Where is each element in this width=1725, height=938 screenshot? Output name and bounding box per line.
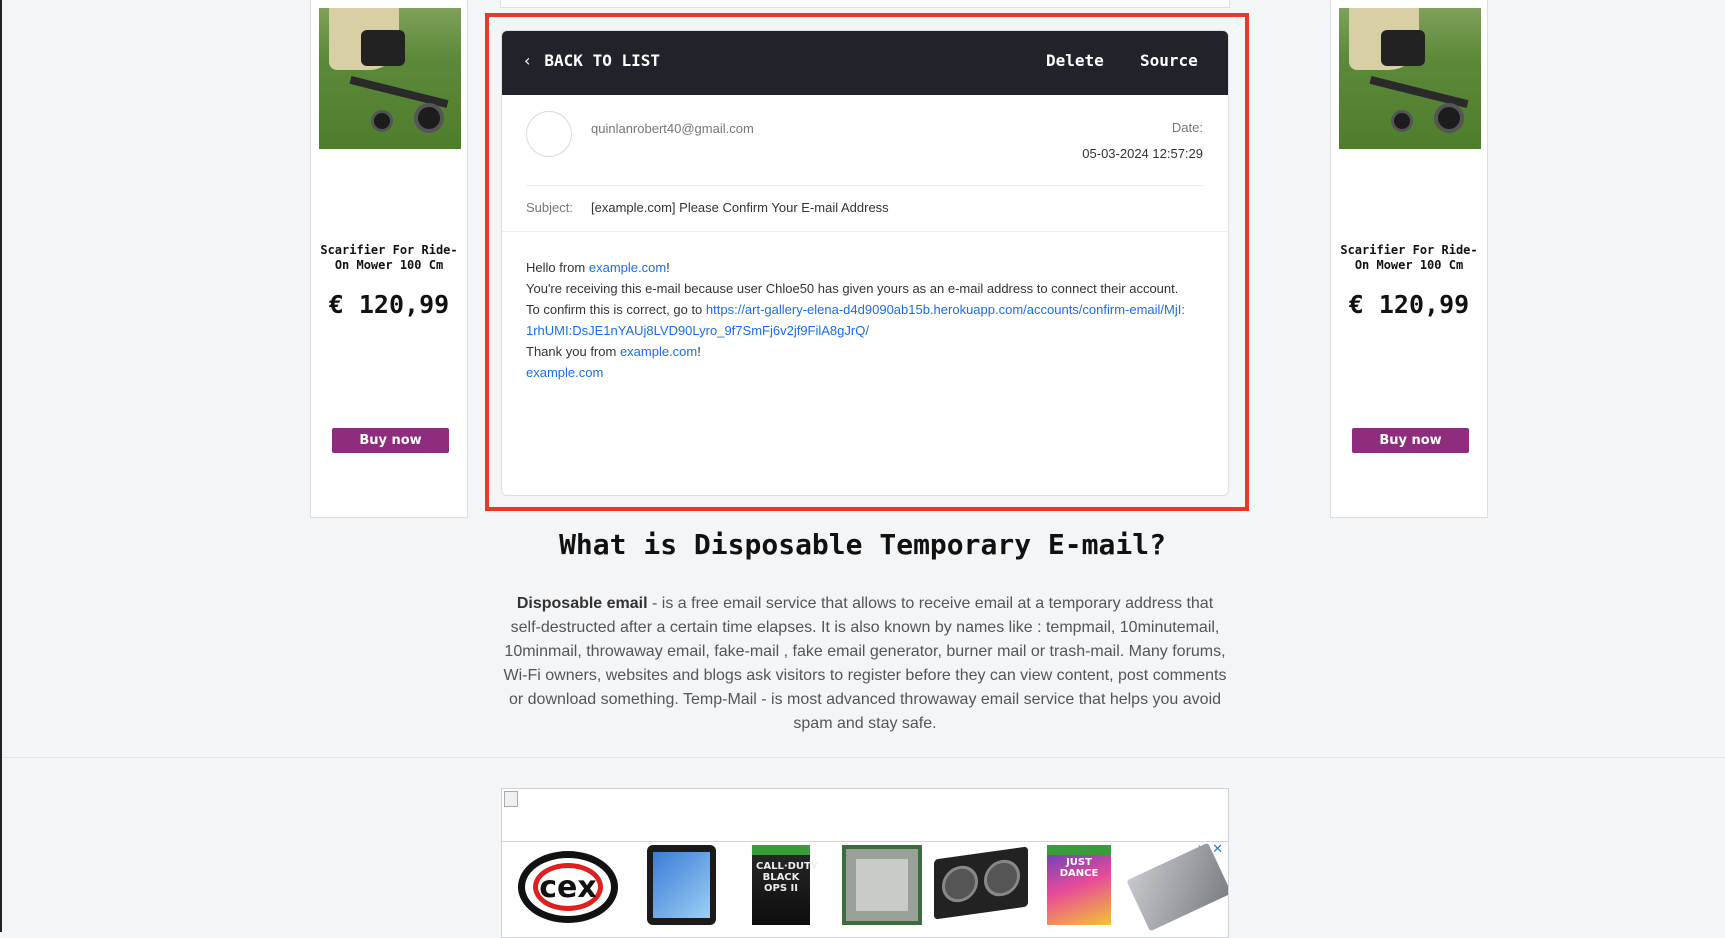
game-title: JUST DANCE — [1059, 857, 1099, 879]
buy-now-button[interactable]: Buy now — [1352, 428, 1469, 453]
cex-logo[interactable]: cex — [518, 851, 618, 923]
product-image[interactable] — [319, 8, 461, 149]
thanks-text: Thank you from — [526, 344, 620, 359]
window-edge — [0, 0, 2, 932]
subject-label: Subject: — [526, 200, 573, 215]
graphics-card-product-image[interactable] — [934, 846, 1028, 920]
signature-link[interactable]: example.com — [526, 365, 603, 380]
divider — [502, 231, 1228, 232]
top-strip — [500, 0, 1230, 8]
divider — [526, 185, 1204, 186]
divider — [502, 841, 1228, 842]
date-value: 05-03-2024 12:57:29 — [1082, 146, 1203, 161]
subject-value: [example.com] Please Confirm Your E-mail… — [591, 200, 889, 215]
cpu-product-image[interactable] — [842, 845, 922, 925]
info-bold: Disposable email — [516, 595, 648, 612]
back-to-list-label: BACK TO LIST — [544, 51, 660, 70]
info-text: Disposable email - is a free email servi… — [500, 592, 1230, 736]
game-title: CALL·DUTY BLACK OPS II — [756, 861, 819, 894]
thanks-suffix: ! — [697, 344, 701, 359]
info-title: What is Disposable Temporary E-mail? — [559, 528, 1166, 561]
game-product-image[interactable]: JUST DANCE — [1047, 845, 1111, 925]
greeting-suffix: ! — [666, 260, 670, 275]
side-ad-right[interactable]: Scarifier For Ride-On Mower 100 Cm € 120… — [1330, 0, 1488, 518]
product-price: € 120,99 — [328, 290, 450, 319]
chevron-left-icon: ‹ — [524, 51, 531, 70]
body-signature: example.com — [526, 362, 1186, 383]
date-label: Date: — [1171, 120, 1203, 135]
email-body: Hello from example.com! You're receiving… — [526, 257, 1186, 383]
sender-avatar — [526, 111, 572, 157]
email-toolbar: ‹ BACK TO LIST Delete Source — [502, 31, 1228, 95]
product-title[interactable]: Scarifier For Ride-On Mower 100 Cm — [1339, 243, 1479, 273]
body-thanks: Thank you from example.com! — [526, 341, 1186, 362]
sender-email: quinlanrobert40@gmail.com — [591, 121, 754, 136]
logo-text: cex — [533, 863, 603, 911]
tablet-product-image[interactable] — [647, 845, 716, 925]
product-title[interactable]: Scarifier For Ride-On Mower 100 Cm — [319, 243, 459, 273]
example-link[interactable]: example.com — [589, 260, 666, 275]
side-ad-left[interactable]: Scarifier For Ride-On Mower 100 Cm € 120… — [310, 0, 468, 518]
broken-image-icon — [504, 791, 518, 807]
body-confirm: To confirm this is correct, go to https:… — [526, 299, 1186, 341]
delete-button[interactable]: Delete — [1046, 51, 1104, 70]
graphics-card-product-image[interactable] — [1126, 842, 1228, 932]
game-product-image[interactable]: CALL·DUTY BLACK OPS II — [752, 845, 819, 925]
product-price: € 120,99 — [1348, 290, 1470, 319]
confirm-text: To confirm this is correct, go to — [526, 302, 706, 317]
example-link[interactable]: example.com — [620, 344, 697, 359]
section-divider — [2, 757, 1725, 758]
back-to-list-button[interactable]: ‹ BACK TO LIST — [524, 51, 660, 70]
info-body: - is a free email service that allows to… — [503, 595, 1227, 732]
email-viewer: ‹ BACK TO LIST Delete Source quinlanrober… — [501, 30, 1229, 496]
buy-now-button[interactable]: Buy now — [332, 428, 449, 453]
product-image[interactable] — [1339, 8, 1481, 149]
body-line: You're receiving this e-mail because use… — [526, 281, 1179, 296]
body-greeting: Hello from example.com! — [526, 257, 1186, 278]
greeting-text: Hello from — [526, 260, 589, 275]
bottom-ad-banner[interactable]: ▷ ✕ cex CALL·DUTY BLACK OPS II JUST DANC… — [501, 788, 1229, 938]
source-button[interactable]: Source — [1140, 51, 1198, 70]
